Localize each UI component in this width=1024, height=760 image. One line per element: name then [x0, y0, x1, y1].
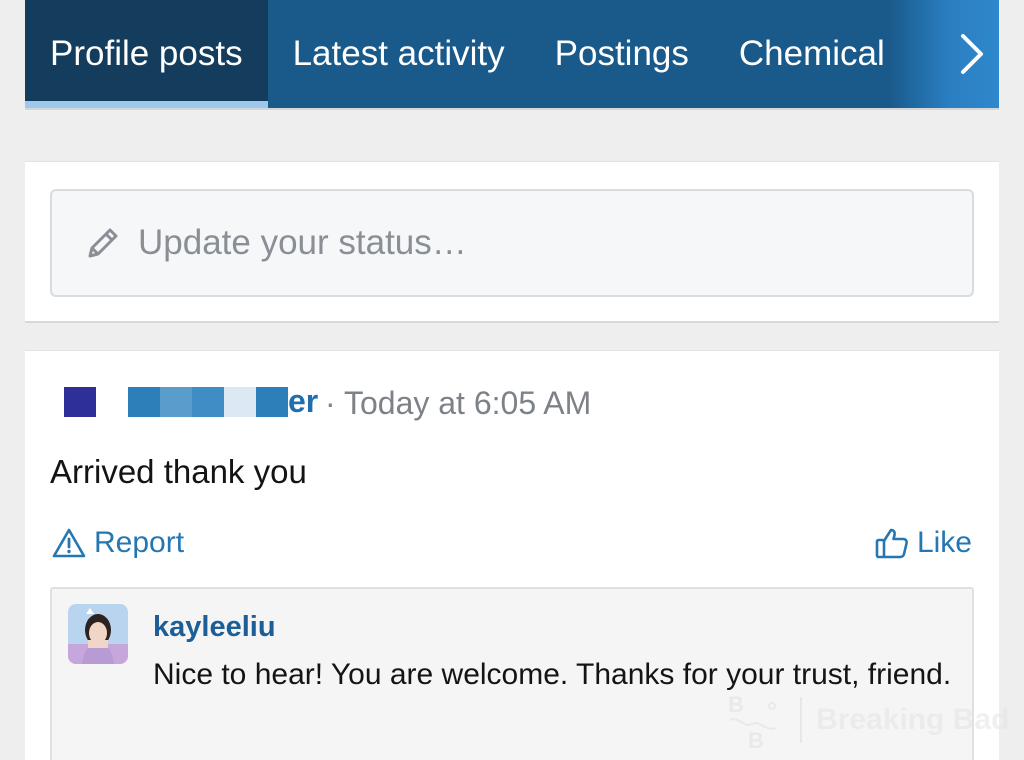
pencil-icon	[88, 228, 118, 258]
like-button[interactable]: Like	[875, 526, 972, 560]
chevron-right-icon[interactable]	[957, 30, 987, 78]
breaking-bad-logo-icon: B B	[728, 692, 777, 752]
tab-latest-activity[interactable]: Latest activity	[268, 0, 530, 108]
tab-postings[interactable]: Postings	[530, 0, 714, 108]
status-placeholder: Update your status…	[138, 223, 467, 262]
post-author-link[interactable]: er	[288, 383, 318, 420]
post-timestamp[interactable]: · Today at 6:05 AM	[325, 385, 591, 422]
post-actions: Report Like	[25, 526, 999, 566]
comment-author-link[interactable]: kayleeliu	[153, 611, 276, 644]
watermark-divider	[800, 697, 802, 743]
tab-chemical[interactable]: Chemical	[714, 0, 910, 108]
redacted-username	[128, 387, 288, 417]
tab-profile-posts[interactable]: Profile posts	[25, 0, 268, 108]
like-label: Like	[916, 526, 972, 559]
status-update-section: Update your status…	[25, 161, 999, 323]
post-body: Arrived thank you	[50, 453, 307, 490]
svg-text:B: B	[748, 728, 764, 752]
status-input[interactable]: Update your status…	[50, 189, 974, 297]
avatar[interactable]	[68, 604, 128, 664]
watermark: B B Breaking Bad	[722, 685, 1022, 755]
report-button[interactable]: Report	[52, 526, 184, 560]
profile-tab-bar: Profile posts Latest activity Postings C…	[25, 0, 999, 108]
watermark-text: Breaking Bad	[816, 703, 1010, 736]
thumbs-up-icon	[875, 528, 908, 559]
warning-icon	[52, 528, 86, 558]
redacted-avatar	[64, 387, 96, 417]
tab-bar-divider	[25, 108, 999, 110]
svg-text:B: B	[728, 692, 744, 717]
report-label: Report	[94, 526, 185, 559]
